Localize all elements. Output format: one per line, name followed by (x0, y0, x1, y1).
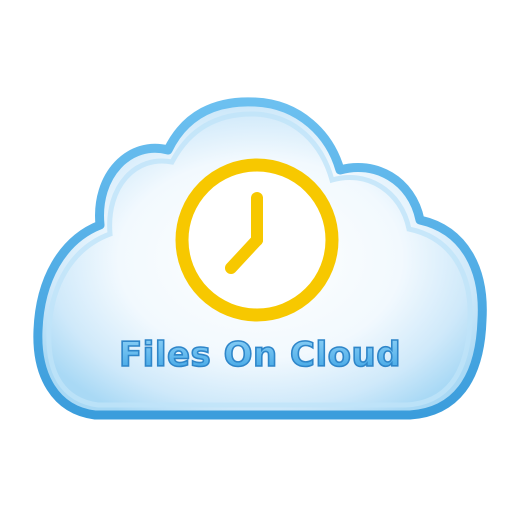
clock-icon (175, 158, 339, 322)
app-logo: Files On Cloud (0, 0, 512, 512)
cloud-logo-graphic: Files On Cloud (33, 97, 487, 420)
app-title: Files On Cloud (119, 335, 401, 375)
